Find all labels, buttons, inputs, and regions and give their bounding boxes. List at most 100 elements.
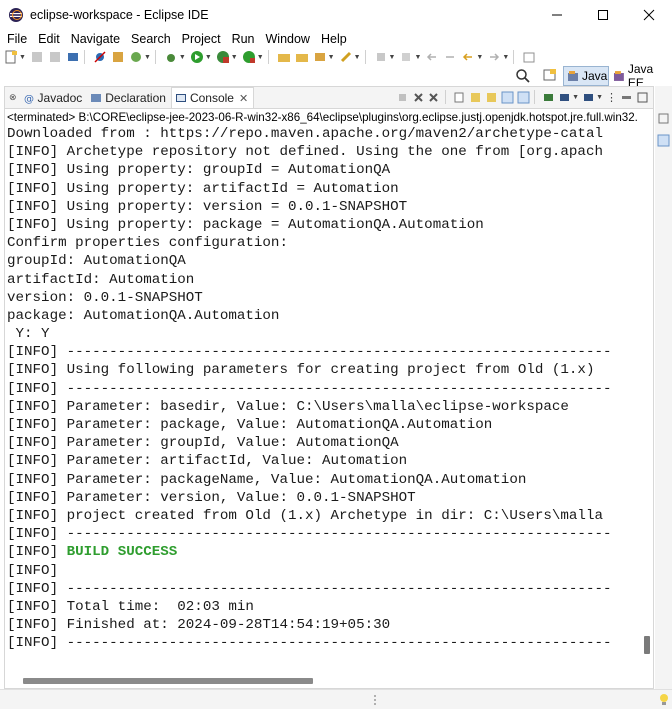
console-icon (175, 94, 186, 102)
toolbar-separator (445, 90, 447, 104)
copy-icon[interactable] (453, 91, 466, 104)
window-title: eclipse-workspace - Eclipse IDE (30, 8, 209, 22)
java-perspective-label: Java (582, 69, 608, 83)
open-folder-icon[interactable] (295, 50, 309, 64)
menu-navigate[interactable]: Navigate (67, 32, 124, 46)
menu-help[interactable]: Help (317, 32, 351, 46)
tab-declaration[interactable]: Declaration (87, 88, 171, 108)
save-icon[interactable] (30, 50, 44, 64)
toolbar-separator (154, 50, 156, 64)
vertical-scrollbar-thumb[interactable] (644, 636, 650, 654)
chevron-down-icon[interactable]: ▼ (596, 94, 603, 101)
save-all-icon[interactable] (48, 50, 62, 64)
chevron-down-icon[interactable]: ▼ (144, 54, 151, 61)
minimize-button[interactable] (534, 0, 580, 30)
terminate-icon[interactable] (396, 91, 409, 104)
console-line: [INFO] ---------------------------------… (7, 526, 612, 543)
chevron-down-icon[interactable]: ▼ (476, 54, 483, 61)
menu-project[interactable]: Project (178, 32, 225, 46)
tab-console[interactable]: Console ✕ (170, 87, 255, 108)
lightbulb-icon[interactable] (658, 693, 670, 707)
console-output[interactable]: Downloaded from : https://repo.maven.apa… (5, 125, 639, 665)
minimize-icon (552, 14, 562, 16)
horizontal-scrollbar[interactable] (5, 671, 653, 688)
target-icon[interactable] (129, 50, 143, 64)
console-line: [INFO] Using property: groupId = Automat… (7, 162, 391, 179)
scroll-lock-icon[interactable] (469, 91, 482, 104)
build-icon[interactable] (111, 50, 125, 64)
console-line: [INFO] ---------------------------------… (7, 580, 612, 597)
console-line: [INFO] ---------------------------------… (7, 344, 612, 361)
vertical-scrollbar[interactable] (642, 126, 652, 671)
menu-search[interactable]: Search (127, 32, 175, 46)
back-history-icon[interactable] (425, 50, 439, 64)
chevron-down-icon[interactable]: ▼ (354, 54, 361, 61)
view-menu-icon[interactable]: ⋮ (606, 91, 617, 104)
svg-text:@: @ (24, 94, 34, 104)
annotation-icon[interactable] (374, 50, 388, 64)
show-stdout-icon[interactable] (501, 91, 514, 104)
display-console-icon[interactable] (558, 91, 571, 104)
show-stderr-icon[interactable] (517, 91, 530, 104)
chevron-down-icon[interactable]: ▼ (389, 54, 396, 61)
run-icon[interactable] (190, 50, 204, 64)
chevron-down-icon[interactable]: ▼ (179, 54, 186, 61)
chevron-down-icon[interactable]: ▼ (328, 54, 335, 61)
back-icon[interactable] (461, 50, 475, 64)
maximize-button[interactable] (580, 0, 626, 30)
skip-breakpoints-icon[interactable] (93, 50, 107, 64)
javadoc-icon: @ (24, 94, 34, 104)
open-task-icon[interactable] (313, 50, 327, 64)
restore-view-icon[interactable] (657, 112, 670, 125)
open-console-icon[interactable] (582, 91, 595, 104)
new-icon[interactable] (4, 50, 18, 64)
toolbar-separator (513, 50, 515, 64)
pin-console-icon[interactable] (542, 91, 555, 104)
outline-view-icon[interactable] (657, 134, 670, 147)
maximize-icon (598, 10, 608, 20)
search-tool-icon[interactable] (339, 50, 353, 64)
menu-file[interactable]: File (3, 32, 31, 46)
debug-icon[interactable] (164, 50, 178, 64)
open-type-icon[interactable] (277, 50, 291, 64)
horizontal-scrollbar-thumb[interactable] (23, 678, 313, 684)
chevron-down-icon[interactable]: ▼ (231, 54, 238, 61)
chevron-down-icon[interactable]: ▼ (19, 54, 26, 61)
external-tools-icon[interactable] (242, 50, 256, 64)
console-line: [INFO] (7, 562, 67, 579)
next-annotation-icon[interactable] (399, 50, 413, 64)
close-icon (643, 9, 655, 21)
view-menu-icon[interactable]: ⊗ (9, 92, 17, 103)
print-icon[interactable] (66, 50, 80, 64)
java-perspective-icon (568, 71, 578, 81)
menu-run[interactable]: Run (228, 32, 259, 46)
javaee-perspective-button[interactable]: Java EE (611, 62, 672, 90)
eclipse-logo-icon (9, 8, 23, 22)
pin-editor-icon[interactable] (522, 50, 536, 64)
console-line: [INFO] ---------------------------------… (7, 380, 612, 397)
chevron-down-icon[interactable]: ▼ (572, 94, 579, 101)
coverage-icon[interactable] (216, 50, 230, 64)
tab-javadoc[interactable]: @ Javadoc (20, 88, 88, 108)
open-perspective-icon[interactable] (543, 68, 557, 82)
search-icon[interactable] (515, 68, 531, 84)
java-perspective-button[interactable]: Java (563, 66, 609, 86)
close-window-button[interactable] (626, 0, 672, 30)
remove-launch-icon[interactable] (412, 91, 425, 104)
console-line: version: 0.0.1-SNAPSHOT (7, 289, 203, 306)
chevron-down-icon[interactable]: ▼ (414, 54, 421, 61)
remove-all-icon[interactable] (428, 91, 441, 104)
chevron-down-icon[interactable]: ▼ (257, 54, 264, 61)
last-edit-icon[interactable] (443, 50, 457, 64)
maximize-view-icon[interactable] (636, 91, 649, 104)
console-line: [INFO] BUILD SUCCESS (7, 543, 639, 561)
chevron-down-icon[interactable]: ▼ (502, 54, 509, 61)
minimize-view-icon[interactable] (620, 91, 633, 104)
close-icon[interactable]: ✕ (239, 92, 248, 105)
word-wrap-icon[interactable] (485, 91, 498, 104)
menu-window[interactable]: Window (262, 32, 314, 46)
chevron-down-icon[interactable]: ▼ (205, 54, 212, 61)
forward-icon[interactable] (487, 50, 501, 64)
menu-edit[interactable]: Edit (34, 32, 64, 46)
status-grip[interactable] (374, 695, 378, 705)
